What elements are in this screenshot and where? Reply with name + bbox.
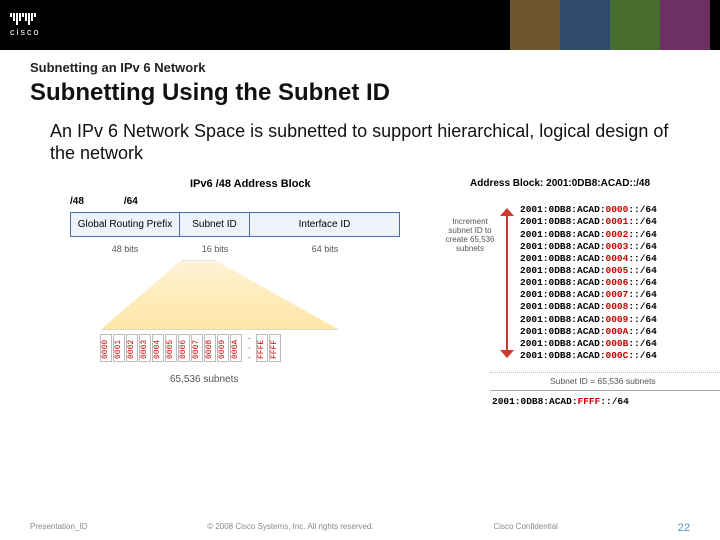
subnet-id-cell: 0003 <box>139 334 151 362</box>
footer-left: Presentation_ID <box>30 522 87 534</box>
subnet-id-strip: 0000000100020003000400050006000700080009… <box>100 334 281 362</box>
subnet-id-cell: 0000 <box>100 334 112 362</box>
slide-title: Subnetting Using the Subnet ID <box>30 79 690 107</box>
ellipsis: . . . <box>243 334 255 362</box>
logo-bridge-icon <box>10 13 41 25</box>
address-row: 2001:0DB8:ACAD:0007::/64 <box>520 289 657 301</box>
address-row: 2001:0DB8:ACAD:000B::/64 <box>520 338 657 350</box>
bits-16: 16 bits <box>180 244 250 254</box>
slide-footer: Presentation_ID © 2008 Cisco Systems, In… <box>0 522 720 534</box>
address-block-label: Address Block: 2001:0DB8:ACAD::/48 <box>470 178 650 189</box>
subnet-id-cell: 000A <box>230 334 242 362</box>
page-number: 22 <box>678 522 690 534</box>
subnet-address-list: 2001:0DB8:ACAD:0000::/642001:0DB8:ACAD:0… <box>520 204 657 362</box>
last-subnet-line: 2001:0DB8:ACAD:FFFF::/64 <box>492 396 629 407</box>
address-row: 2001:0DB8:ACAD:0004::/64 <box>520 253 657 265</box>
subnet-fan-shape <box>100 260 340 330</box>
footer-center: © 2008 Cisco Systems, Inc. All rights re… <box>207 522 373 534</box>
address-row: 2001:0DB8:ACAD:0005::/64 <box>520 265 657 277</box>
top-bar: cisco <box>0 0 720 50</box>
footer-right: Cisco Confidential <box>493 522 557 534</box>
last-suffix: ::/64 <box>600 396 629 407</box>
prefix-row: /48 /64 <box>70 196 138 207</box>
subnet-list-note: Subnet ID = 65,536 subnets <box>550 376 656 386</box>
increment-arrow-icon <box>500 208 514 358</box>
subnet-count-label: 65,536 subnets <box>170 374 238 385</box>
address-row: 2001:0DB8:ACAD:000A::/64 <box>520 326 657 338</box>
subnet-id-cell: 0005 <box>165 334 177 362</box>
subnet-id-cell: 0006 <box>178 334 190 362</box>
divider-dotted <box>490 372 720 373</box>
address-row: 2001:0DB8:ACAD:0003::/64 <box>520 241 657 253</box>
increment-note: Increment subnet ID to create 65,536 sub… <box>440 218 500 253</box>
last-prefix: 2001:0DB8:ACAD: <box>492 396 578 407</box>
box-subnet-id: Subnet ID <box>180 212 250 237</box>
subnet-id-cell: 0009 <box>217 334 229 362</box>
address-row: 2001:0DB8:ACAD:0000::/64 <box>520 204 657 216</box>
ipv6-diagram: IPv6 /48 Address Block /48 /64 Global Ro… <box>40 178 680 418</box>
slide-content: Subnetting an IPv 6 Network Subnetting U… <box>0 50 720 418</box>
header-people-image <box>510 0 710 50</box>
bits-48: 48 bits <box>70 244 180 254</box>
subnet-id-cell: 0008 <box>204 334 216 362</box>
logo-text: cisco <box>10 27 41 37</box>
address-row: 2001:0DB8:ACAD:0009::/64 <box>520 314 657 326</box>
box-interface-id: Interface ID <box>250 212 400 237</box>
address-row: 2001:0DB8:ACAD:0006::/64 <box>520 277 657 289</box>
diagram-title: IPv6 /48 Address Block <box>190 178 311 190</box>
divider-line <box>490 390 720 391</box>
subnet-id-cell: FFFF <box>269 334 281 362</box>
subnet-id-cell: 0001 <box>113 334 125 362</box>
address-row: 2001:0DB8:ACAD:000C::/64 <box>520 350 657 362</box>
address-row: 2001:0DB8:ACAD:0002::/64 <box>520 229 657 241</box>
bits-64: 64 bits <box>250 244 400 254</box>
slide-body: An IPv 6 Network Space is subnetted to s… <box>50 121 670 164</box>
address-row: 2001:0DB8:ACAD:0001::/64 <box>520 216 657 228</box>
cisco-logo: cisco <box>10 13 41 37</box>
prefix-48: /48 <box>70 196 84 207</box>
address-row: 2001:0DB8:ACAD:0008::/64 <box>520 301 657 313</box>
last-id: FFFF <box>578 396 601 407</box>
section-kicker: Subnetting an IPv 6 Network <box>30 60 690 75</box>
subnet-id-cell: 0004 <box>152 334 164 362</box>
subnet-id-cell: 0007 <box>191 334 203 362</box>
prefix-64: /64 <box>124 196 138 207</box>
subnet-id-cell: FFFE <box>256 334 268 362</box>
box-global-routing-prefix: Global Routing Prefix <box>70 212 180 237</box>
address-boxes: Global Routing Prefix Subnet ID Interfac… <box>70 212 400 237</box>
bit-labels: 48 bits 16 bits 64 bits <box>70 244 400 254</box>
subnet-id-cell: 0002 <box>126 334 138 362</box>
